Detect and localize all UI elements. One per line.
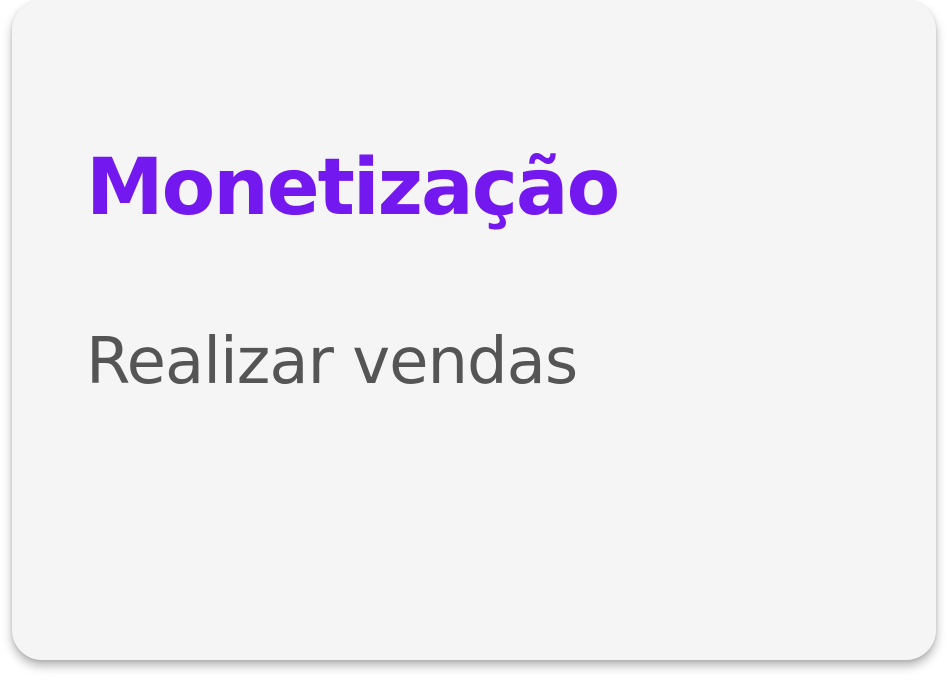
monetization-card[interactable]: Monetização Realizar vendas — [12, 0, 936, 660]
card-title: Monetização — [86, 143, 620, 233]
card-subtitle: Realizar vendas — [86, 325, 578, 399]
